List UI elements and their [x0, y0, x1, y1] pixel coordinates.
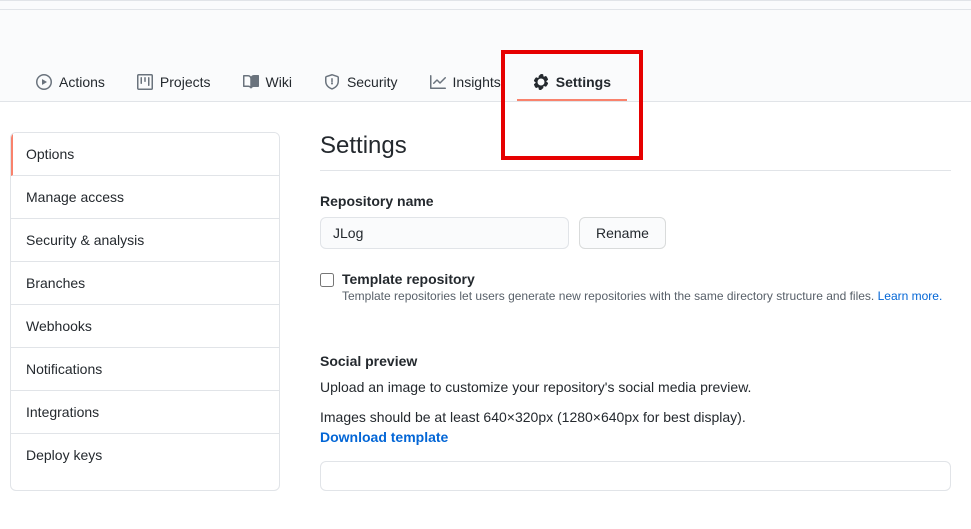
graph-icon: [430, 74, 446, 90]
social-preview-dropzone[interactable]: [320, 461, 951, 491]
template-repo-checkbox[interactable]: [320, 273, 334, 287]
shield-icon: [324, 74, 340, 90]
play-icon: [36, 74, 52, 90]
rename-button[interactable]: Rename: [579, 217, 666, 249]
sidebar-item-options[interactable]: Options: [11, 133, 279, 176]
sidebar-item-branches[interactable]: Branches: [11, 262, 279, 305]
sidebar-item-manage-access[interactable]: Manage access: [11, 176, 279, 219]
download-template-link[interactable]: Download template: [320, 429, 448, 445]
page-title: Settings: [320, 132, 951, 171]
tab-settings-label: Settings: [556, 74, 611, 90]
tab-actions[interactable]: Actions: [20, 65, 121, 101]
sidebar-item-notifications[interactable]: Notifications: [11, 348, 279, 391]
social-preview-desc2: Images should be at least 640×320px (128…: [320, 409, 951, 425]
top-separator: [0, 0, 971, 10]
tab-insights-label: Insights: [453, 74, 501, 90]
template-repo-desc: Template repositories let users generate…: [342, 289, 951, 303]
sidebar-item-webhooks[interactable]: Webhooks: [11, 305, 279, 348]
tab-security-label: Security: [347, 74, 398, 90]
tab-settings[interactable]: Settings: [517, 65, 627, 101]
tab-security[interactable]: Security: [308, 65, 414, 101]
book-icon: [243, 74, 259, 90]
repo-name-input[interactable]: [320, 217, 569, 249]
sidebar-item-security-analysis[interactable]: Security & analysis: [11, 219, 279, 262]
tab-wiki-label: Wiki: [266, 74, 292, 90]
tab-projects-label: Projects: [160, 74, 211, 90]
sidebar-item-deploy-keys[interactable]: Deploy keys: [11, 434, 279, 476]
tab-wiki[interactable]: Wiki: [227, 65, 308, 101]
sidebar-item-integrations[interactable]: Integrations: [11, 391, 279, 434]
project-icon: [137, 74, 153, 90]
settings-main: Settings Repository name Rename Template…: [280, 132, 961, 491]
repo-tabnav: Actions Projects Wiki Security Insights: [0, 10, 971, 102]
template-repo-label: Template repository: [342, 271, 475, 287]
social-preview-desc1: Upload an image to customize your reposi…: [320, 379, 951, 395]
social-preview-title: Social preview: [320, 353, 951, 369]
settings-sidebar: Options Manage access Security & analysi…: [10, 132, 280, 491]
learn-more-link[interactable]: Learn more.: [878, 289, 943, 303]
tab-actions-label: Actions: [59, 74, 105, 90]
tab-insights[interactable]: Insights: [414, 65, 517, 101]
template-repo-desc-text: Template repositories let users generate…: [342, 289, 878, 303]
gear-icon: [533, 74, 549, 90]
tab-projects[interactable]: Projects: [121, 65, 227, 101]
repo-name-label: Repository name: [320, 193, 951, 209]
